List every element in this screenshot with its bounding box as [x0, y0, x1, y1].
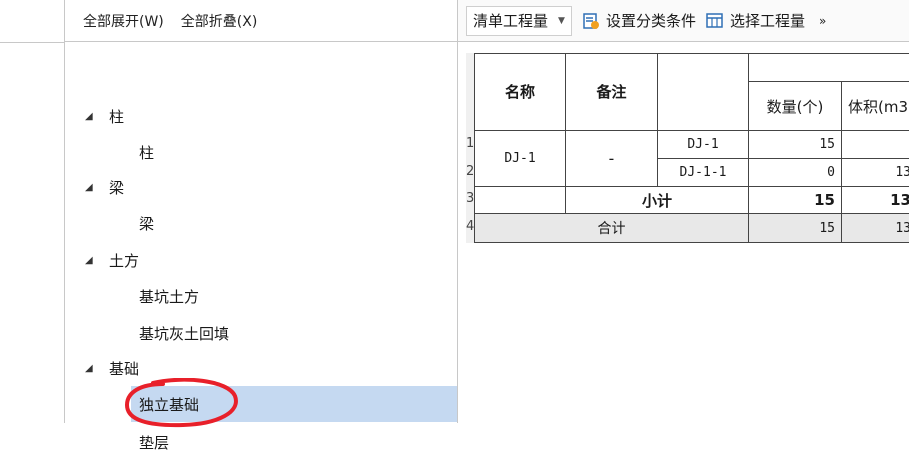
tree-item-label: 基坑灰土回填	[139, 324, 230, 343]
left-pane-toolbar	[0, 0, 64, 43]
tree-item-cushion-layer[interactable]: 垫层	[65, 424, 457, 460]
tree-item-column[interactable]: 柱	[65, 134, 457, 170]
tree-group-earthwork[interactable]: ◢ 土方	[65, 242, 457, 278]
tree-group-label: 柱	[109, 107, 125, 126]
category-tree-pane: 全部展开(W) 全部折叠(X) ◢ 柱 柱 ◢ 梁 梁 ◢ 土方 基坑土方 基坑…	[65, 0, 458, 452]
tree-group-label: 土方	[109, 251, 140, 270]
tree-item-label: 基坑土方	[139, 287, 200, 306]
tree-group-column[interactable]: ◢ 柱	[65, 98, 457, 134]
tree-item-isolated-footing[interactable]: 独立基础	[131, 386, 457, 422]
tree-item-pit-earthwork[interactable]: 基坑土方	[65, 278, 457, 314]
header-remark: 备注	[566, 53, 658, 131]
filter-settings-icon	[583, 12, 599, 29]
cell-sub-name[interactable]: DJ-1-1	[658, 159, 749, 187]
tree-group-label: 梁	[109, 178, 125, 197]
collapse-triangle-icon[interactable]: ◢	[85, 111, 93, 122]
header-volume: 体积(m3	[842, 82, 909, 131]
row-number: 2	[466, 164, 474, 179]
tree-group-label: 基础	[109, 359, 140, 378]
tree-item-pit-backfill[interactable]: 基坑灰土回填	[65, 315, 457, 351]
row-number: 3	[466, 191, 474, 206]
expand-all-button[interactable]: 全部展开(W)	[83, 11, 164, 31]
dropdown-value: 清单工程量	[473, 12, 549, 30]
header-blank	[658, 53, 749, 131]
tree-item-beam[interactable]: 梁	[65, 205, 457, 241]
quantity-report-pane: 清单工程量 ▼ 设置分类条件 选择工程量 » 1 2 3 4 名称 备注 数量(…	[458, 0, 909, 423]
cell-remark[interactable]: -	[566, 131, 658, 187]
tree-toolbar: 全部展开(W) 全部折叠(X)	[65, 0, 457, 42]
left-blank-pane	[0, 0, 65, 423]
tree-group-beam[interactable]: ◢ 梁	[65, 169, 457, 205]
header-group	[749, 53, 909, 82]
cell-sub-name[interactable]: DJ-1	[658, 131, 749, 159]
cell-qty[interactable]: 0	[749, 159, 842, 187]
cell-volume[interactable]	[842, 131, 909, 159]
tree-group-foundation[interactable]: ◢ 基础	[65, 350, 457, 386]
table-select-icon	[706, 12, 723, 28]
report-toolbar: 清单工程量 ▼ 设置分类条件 选择工程量 »	[458, 0, 909, 42]
quantity-type-dropdown[interactable]: 清单工程量 ▼	[466, 5, 572, 36]
cell-total-volume[interactable]: 13	[842, 214, 909, 243]
header-qty: 数量(个)	[749, 82, 842, 131]
tree-item-label: 柱	[139, 143, 155, 162]
row-number: 1	[466, 136, 474, 151]
select-quantity-label: 选择工程量	[729, 12, 805, 30]
collapse-triangle-icon[interactable]: ◢	[85, 255, 93, 266]
cell-qty[interactable]: 15	[749, 131, 842, 159]
chevron-down-icon: ▼	[558, 15, 565, 26]
cell-subtotal-blank	[474, 187, 566, 214]
header-name: 名称	[474, 53, 566, 131]
tree-item-label: 垫层	[139, 433, 170, 452]
cell-subtotal-qty[interactable]: 15	[749, 187, 842, 214]
cell-volume[interactable]: 13	[842, 159, 909, 187]
cell-total-label: 合计	[474, 214, 749, 243]
cell-total-qty[interactable]: 15	[749, 214, 842, 243]
tree-item-label: 梁	[139, 214, 155, 233]
row-number: 4	[466, 219, 474, 234]
set-category-label: 设置分类条件	[605, 12, 696, 30]
select-quantity-button[interactable]: 选择工程量	[706, 10, 805, 31]
cell-subtotal-volume[interactable]: 13	[842, 187, 909, 214]
overflow-chevron-icon[interactable]: »	[819, 14, 826, 28]
cell-name[interactable]: DJ-1	[474, 131, 566, 187]
collapse-triangle-icon[interactable]: ◢	[85, 182, 93, 193]
cell-subtotal-label: 小计	[566, 187, 749, 214]
set-category-button[interactable]: 设置分类条件	[582, 10, 696, 31]
collapse-triangle-icon[interactable]: ◢	[85, 363, 93, 374]
tree-item-label: 独立基础	[139, 395, 200, 414]
collapse-all-button[interactable]: 全部折叠(X)	[181, 11, 258, 31]
